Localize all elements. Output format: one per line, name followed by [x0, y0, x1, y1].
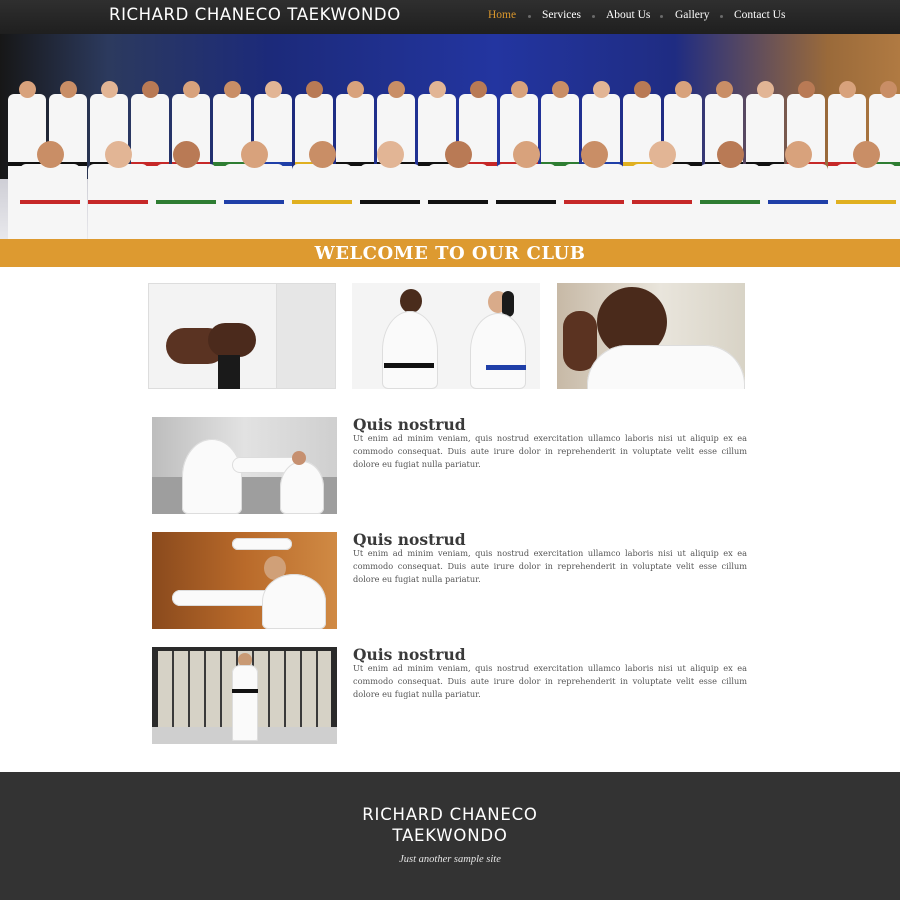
nav-separator	[660, 15, 663, 18]
site-footer: RICHARD CHANECO TAEKWONDO Just another s…	[0, 772, 900, 900]
student-head	[592, 81, 610, 98]
article-image[interactable]	[152, 647, 337, 744]
blue-belt-shape	[486, 365, 526, 370]
student-head	[797, 81, 815, 98]
student-head	[264, 81, 282, 98]
article-body: Ut enim ad minim veniam, quis nostrud ex…	[353, 433, 747, 469]
student-belt	[156, 200, 216, 204]
student-head	[512, 141, 540, 168]
student-head	[36, 141, 64, 168]
uniform-shape	[262, 574, 326, 629]
student-belt	[360, 200, 420, 204]
uniform-shape	[232, 665, 258, 741]
student-belt	[564, 200, 624, 204]
student-head	[551, 81, 569, 98]
gallery-photo-belt-tie[interactable]	[148, 283, 336, 389]
student-head	[633, 81, 651, 98]
student-belt	[20, 200, 80, 204]
welcome-heading: WELCOME TO OUR CLUB	[314, 242, 586, 264]
student-head	[100, 81, 118, 98]
student-head	[715, 81, 733, 98]
site-brand[interactable]: RICHARD CHANECO TAEKWONDO	[109, 5, 401, 24]
student-belt	[224, 200, 284, 204]
student-head	[104, 141, 132, 168]
article-item: Quis nostrud Ut enim ad minim veniam, qu…	[152, 530, 748, 629]
nav-separator	[528, 15, 531, 18]
head-shape	[400, 289, 422, 313]
gallery-photo-sparring[interactable]	[352, 283, 540, 389]
article-item: Quis nostrud Ut enim ad minim veniam, qu…	[152, 645, 748, 744]
student-head	[223, 81, 241, 98]
article-body: Ut enim ad minim veniam, quis nostrud ex…	[353, 663, 747, 699]
nav-gallery-link[interactable]: Gallery	[675, 9, 709, 21]
student-head	[444, 141, 472, 168]
article-image[interactable]	[152, 417, 337, 514]
student-belt	[836, 200, 896, 204]
uniform-shape	[182, 439, 242, 514]
uniform-shape	[280, 461, 324, 514]
welcome-banner: WELCOME TO OUR CLUB	[0, 239, 900, 267]
student-head	[784, 141, 812, 168]
student-head	[141, 81, 159, 98]
student-belt	[428, 200, 488, 204]
site-header: RICHARD CHANECO TAEKWONDO Home Services …	[0, 0, 900, 34]
student-belt	[632, 200, 692, 204]
article-image[interactable]	[152, 532, 337, 629]
student-head	[308, 141, 336, 168]
student-head	[346, 81, 364, 98]
nav-separator	[592, 15, 595, 18]
hands-shape	[208, 323, 256, 357]
student-head	[674, 81, 692, 98]
student-head	[716, 141, 744, 168]
nav-home-link[interactable]: Home	[488, 9, 516, 21]
student-head	[756, 81, 774, 98]
student-head	[387, 81, 405, 98]
student-head	[305, 81, 323, 98]
article-item: Quis nostrud Ut enim ad minim veniam, qu…	[152, 415, 748, 514]
student-head	[18, 81, 36, 98]
footer-brand[interactable]: RICHARD CHANECO TAEKWONDO	[0, 804, 900, 846]
footer-brand-line1: RICHARD CHANECO	[362, 805, 538, 824]
main-nav: Home Services About Us Gallery Contact U…	[480, 0, 900, 34]
student-belt	[88, 200, 148, 204]
gallery-photo-focus[interactable]	[557, 283, 745, 389]
student-head	[510, 81, 528, 98]
uniform-shape	[276, 283, 336, 389]
student-head	[580, 141, 608, 168]
uniform-shape	[470, 313, 526, 389]
arm-shape	[232, 538, 292, 550]
student-head	[172, 141, 200, 168]
student-belt	[768, 200, 828, 204]
uniform-shape	[382, 311, 438, 389]
article-body: Ut enim ad minim veniam, quis nostrud ex…	[353, 548, 747, 584]
footer-brand-line2: TAEKWONDO	[392, 826, 508, 845]
student-head	[59, 81, 77, 98]
head-shape	[292, 451, 306, 465]
student-head	[469, 81, 487, 98]
nav-separator	[720, 15, 723, 18]
student-head	[648, 141, 676, 168]
student-head	[879, 81, 897, 98]
student-belt	[292, 200, 352, 204]
student-head	[428, 81, 446, 98]
nav-contact-link[interactable]: Contact Us	[734, 9, 785, 21]
hand-shape	[563, 311, 597, 371]
footer-tagline: Just another sample site	[399, 854, 501, 865]
student-head	[838, 81, 856, 98]
nav-about-link[interactable]: About Us	[606, 9, 650, 21]
uniform-shape	[587, 345, 745, 389]
nav-services-link[interactable]: Services	[542, 9, 581, 21]
student-head	[240, 141, 268, 168]
hero-group-photo	[0, 34, 900, 239]
student-head	[182, 81, 200, 98]
black-belt-shape	[384, 363, 434, 368]
black-belt-shape	[218, 355, 240, 389]
student-belt	[496, 200, 556, 204]
black-belt-shape	[232, 689, 258, 693]
student-belt	[700, 200, 760, 204]
student-head	[376, 141, 404, 168]
student-head	[852, 141, 880, 168]
